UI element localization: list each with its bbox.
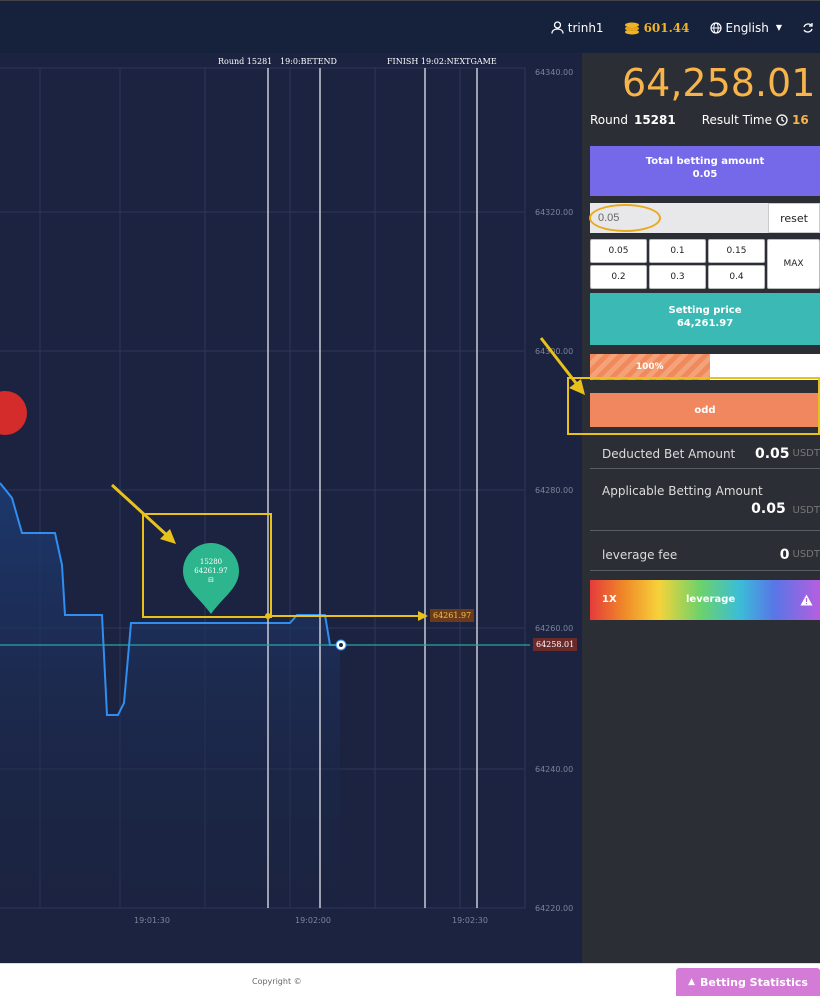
user-icon <box>551 21 564 34</box>
refresh-icon <box>803 22 813 33</box>
y-tick: 64260.00 <box>535 624 574 633</box>
betting-statistics-button[interactable]: ▲ Betting Statistics <box>676 968 820 996</box>
round-info: Round 15281 Result Time 16 <box>590 113 820 127</box>
setting-price-label: Setting price <box>668 305 742 316</box>
x-tick: 19:01:30 <box>134 916 170 925</box>
caret-down-icon: ▼ <box>775 23 782 32</box>
applicable-bet-row: Applicable Betting Amount 0.05 USDT <box>590 476 820 531</box>
red-marker <box>0 391 27 435</box>
clock-icon <box>776 114 788 126</box>
x-tick: 19:02:30 <box>452 916 488 925</box>
round-value: 15281 <box>633 113 676 127</box>
y-tick: 64220.00 <box>535 904 574 913</box>
total-label: Total betting amount <box>645 156 765 167</box>
price-chart[interactable]: 15280 64261.97 ⊟ Round 15281 19:0:BETEND… <box>0 53 582 963</box>
applicable-label: Applicable Betting Amount <box>602 484 763 498</box>
quick-amount-grid: 0.05 0.1 0.15 0.2 0.3 0.4 MAX <box>590 239 820 289</box>
coins-icon <box>624 22 639 34</box>
quick-amount-button[interactable]: 0.1 <box>649 239 706 263</box>
deducted-label: Deducted Bet Amount <box>602 446 736 461</box>
warning-icon[interactable] <box>800 594 813 606</box>
quick-amount-button[interactable]: 0.15 <box>708 239 765 263</box>
leverage-bar[interactable]: 1X leverage <box>590 580 820 620</box>
quick-amount-button[interactable]: 0.3 <box>649 265 706 289</box>
panel-pointer-arrow <box>539 337 585 395</box>
stats-label: Betting Statistics <box>699 975 808 989</box>
setting-price-tag: 64261.97 <box>430 609 475 622</box>
leverage-fee-row: leverage fee 0 USDT <box>590 539 820 571</box>
username: trinh1 <box>567 20 604 35</box>
total-value: 0.05 <box>692 169 718 180</box>
reset-button[interactable]: reset <box>768 203 820 233</box>
balance-amount: 601.44 <box>643 20 690 35</box>
deducted-bet-row: Deducted Bet Amount 0.05 USDT <box>590 439 820 469</box>
current-price-tag: 64258.01 <box>533 638 578 651</box>
leverage-multiplier: 1X <box>602 594 617 605</box>
x-tick: 19:02:00 <box>295 916 331 925</box>
quick-amount-button[interactable]: 0.2 <box>590 265 647 289</box>
leverage-fee-label: leverage fee <box>602 547 678 562</box>
unit-label: USDT <box>792 505 820 516</box>
betting-panel: 64,258.01 Round 15281 Result Time 16 Tot… <box>567 53 820 963</box>
y-tick: 64240.00 <box>535 765 574 774</box>
max-button[interactable]: MAX <box>767 239 820 289</box>
round-label-chart: Round 15281 <box>218 57 273 66</box>
quick-amount-button[interactable]: 0.05 <box>590 239 647 263</box>
globe-icon <box>709 21 722 34</box>
chart-canvas: 15280 64261.97 ⊟ <box>0 67 530 909</box>
unit-label: USDT <box>792 549 820 560</box>
wallet-balance[interactable]: 601.44 <box>624 21 690 35</box>
finish-label: FINISH 19:02:NEXTGAME <box>387 57 497 66</box>
leverage-fee-value: 0 <box>779 546 790 563</box>
copyright-text: Copyright © <box>252 977 302 986</box>
chevron-up-icon: ▲ <box>688 977 695 987</box>
result-time-value: 16 <box>791 113 809 127</box>
language-selector[interactable]: English ▼ <box>709 20 782 35</box>
y-tick: 64320.00 <box>535 208 574 217</box>
footer: Copyright © ▲ Betting Statistics <box>0 963 820 996</box>
language-label: English <box>725 20 769 35</box>
marker-highlight-box <box>142 513 272 618</box>
setting-price-box: Setting price 64,261.97 <box>590 293 820 345</box>
deducted-value: 0.05 <box>754 445 790 462</box>
bet-end-label: 19:0:BETEND <box>280 57 337 66</box>
top-bar: trinh1 601.44 English ▼ <box>0 0 820 53</box>
user-menu[interactable]: trinh1 <box>551 21 604 35</box>
current-price: 64,258.01 <box>622 61 816 105</box>
quick-amount-button[interactable]: 0.4 <box>708 265 765 289</box>
y-tick: 64280.00 <box>535 486 574 495</box>
result-time-label: Result Time <box>701 113 772 127</box>
amount-input-highlight <box>589 204 661 232</box>
y-tick: 64340.00 <box>535 68 574 77</box>
applicable-value: 0.05 <box>751 501 786 517</box>
total-betting-amount: Total betting amount 0.05 <box>590 146 820 196</box>
unit-label: USDT <box>792 448 820 459</box>
setting-price-value: 64,261.97 <box>676 318 734 329</box>
round-label: Round <box>590 113 628 127</box>
odd-highlight-box <box>567 377 820 435</box>
refresh-button[interactable] <box>802 22 814 34</box>
leverage-label: leverage <box>686 594 736 605</box>
